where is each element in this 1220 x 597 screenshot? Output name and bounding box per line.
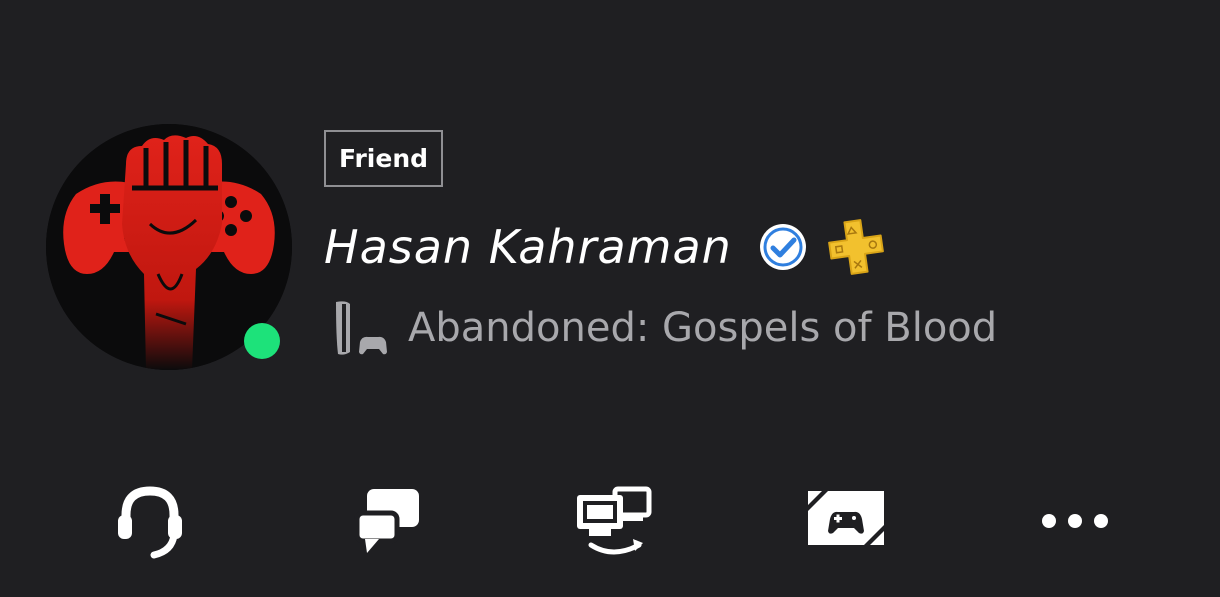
online-status-dot bbox=[244, 323, 280, 359]
ps5-console-icon bbox=[336, 301, 387, 355]
voice-chat-button[interactable] bbox=[90, 470, 210, 570]
relationship-badge: Friend bbox=[324, 130, 443, 187]
online-id: Hasan Kahraman bbox=[324, 220, 732, 274]
headset-icon bbox=[118, 486, 182, 559]
game-library-icon bbox=[808, 491, 884, 545]
verified-check-icon bbox=[759, 224, 806, 270]
name-row: Hasan Kahraman bbox=[324, 212, 886, 282]
relationship-badge-label: Friend bbox=[338, 144, 429, 173]
more-options-button[interactable] bbox=[1015, 470, 1135, 570]
share-screen-icon bbox=[577, 486, 652, 555]
chat-bubbles-icon bbox=[354, 489, 419, 553]
share-screen-button[interactable] bbox=[553, 470, 673, 570]
more-options-icon bbox=[1042, 514, 1108, 528]
now-playing-title: Abandoned: Gospels of Blood bbox=[408, 305, 998, 351]
ps-plus-icon bbox=[827, 219, 884, 275]
message-button[interactable] bbox=[322, 470, 442, 570]
now-playing-row[interactable]: Abandoned: Gospels of Blood bbox=[332, 298, 997, 358]
action-bar bbox=[0, 470, 1220, 570]
games-button[interactable] bbox=[785, 470, 905, 570]
profile-card: Friend Hasan Kahraman Abandoned: Gospels… bbox=[0, 0, 1220, 597]
